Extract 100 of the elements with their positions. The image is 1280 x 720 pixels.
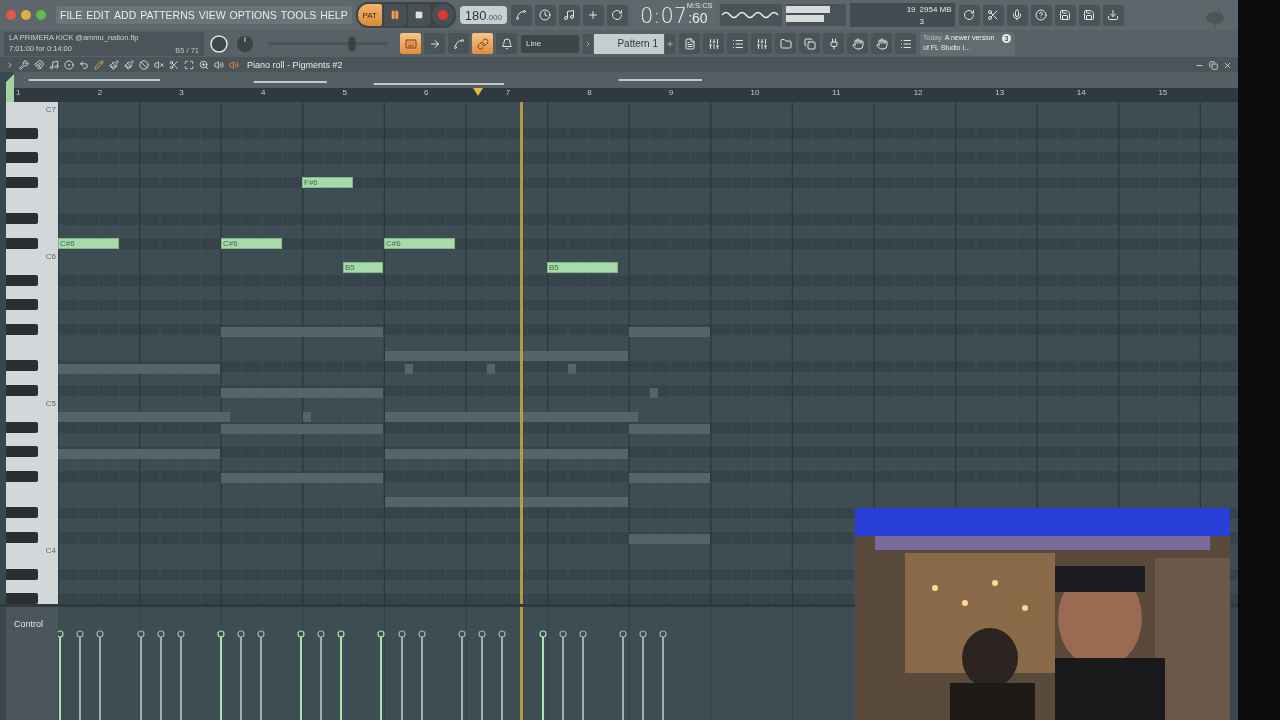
tool-button[interactable] — [582, 4, 604, 26]
sharp-key[interactable] — [6, 360, 38, 372]
play-button[interactable] — [383, 4, 406, 26]
piano-roll-grid[interactable]: F#6 C#6 C#6 C#6 B5 B5 — [58, 102, 1238, 604]
playlist-icon — [683, 37, 696, 50]
tool-button[interactable] — [606, 4, 628, 26]
window-button[interactable] — [703, 33, 724, 54]
menu-item[interactable]: HELP — [320, 9, 348, 21]
toolbar-button[interactable] — [958, 4, 980, 26]
tool-button[interactable] — [510, 4, 532, 26]
snap-dropdown[interactable]: Line — [521, 34, 579, 53]
brush-icon[interactable] — [109, 60, 119, 70]
magnet-icon[interactable] — [34, 60, 44, 70]
control-label[interactable]: Control — [6, 619, 43, 629]
ban-icon[interactable] — [139, 60, 149, 70]
sharp-key[interactable] — [6, 421, 38, 433]
pattern-mode-button[interactable]: PAT — [357, 4, 382, 26]
mute-icon[interactable] — [154, 60, 164, 70]
wrench-icon[interactable] — [19, 60, 29, 70]
window-button[interactable] — [895, 33, 916, 54]
window-button[interactable] — [871, 33, 892, 54]
sharp-key[interactable] — [6, 568, 38, 580]
key-label: C7 — [45, 105, 56, 114]
view-button[interactable] — [472, 33, 493, 54]
window-button[interactable] — [823, 33, 844, 54]
piano-keyboard[interactable]: C7 C6 C5 C4 — [6, 102, 58, 604]
toolbar-button[interactable] — [1078, 4, 1100, 26]
sharp-key[interactable] — [6, 237, 38, 249]
minimize-button[interactable] — [21, 10, 31, 20]
sharp-key[interactable] — [6, 323, 38, 335]
window-button[interactable] — [775, 33, 796, 54]
mixer-icon — [755, 37, 768, 50]
scissors-icon[interactable] — [169, 60, 179, 70]
bar-number: 9 — [668, 88, 674, 97]
toolbar-button[interactable] — [982, 4, 1004, 26]
velocity-lane[interactable] — [58, 607, 855, 720]
restore-icon[interactable] — [1209, 60, 1218, 70]
tool-button[interactable] — [558, 4, 580, 26]
tempo-field[interactable]: 180.000 — [459, 6, 507, 24]
note[interactable]: C#6 — [221, 237, 282, 249]
corner-tab[interactable] — [6, 72, 15, 102]
menu-item[interactable]: VIEW — [198, 9, 226, 21]
zoom-icon[interactable] — [199, 60, 209, 70]
stop-button[interactable] — [407, 4, 430, 26]
note[interactable]: B5 — [547, 262, 618, 274]
sharp-key[interactable] — [6, 274, 38, 286]
view-button[interactable] — [448, 33, 469, 54]
maximize-button[interactable] — [36, 10, 46, 20]
record-icon[interactable] — [64, 60, 74, 70]
menu-item[interactable]: PATTERNS — [140, 9, 195, 21]
note[interactable]: C#6 — [58, 237, 119, 249]
knob[interactable] — [208, 32, 230, 55]
note[interactable]: B5 — [343, 262, 383, 274]
toolbar-button[interactable] — [1102, 4, 1124, 26]
sharp-key[interactable] — [6, 531, 38, 543]
speaker-icon[interactable] — [214, 60, 224, 70]
overview-strip[interactable] — [14, 72, 1238, 88]
menu-item[interactable]: FILE — [60, 9, 83, 21]
note-icon — [563, 9, 576, 21]
bar-number: 14 — [1076, 88, 1086, 97]
window-button[interactable] — [847, 33, 868, 54]
bar-number: 1 — [16, 88, 21, 97]
window-button[interactable] — [799, 33, 820, 54]
sharp-key[interactable] — [6, 176, 38, 188]
window-button[interactable] — [679, 33, 700, 54]
keyboard-icon — [404, 37, 417, 50]
bar-number: 11 — [832, 88, 841, 97]
toolbar-button[interactable] — [1054, 4, 1076, 26]
sharp-key[interactable] — [6, 470, 38, 482]
pattern-selector[interactable]: Pattern 1 — [594, 33, 664, 54]
sharp-key[interactable] — [6, 213, 38, 225]
select-icon[interactable] — [184, 60, 194, 70]
playhead-marker[interactable] — [473, 88, 484, 96]
toolbar-button[interactable] — [1030, 4, 1052, 26]
view-button[interactable] — [424, 33, 445, 54]
note[interactable]: C#6 — [384, 237, 455, 249]
toolbar-button[interactable] — [1006, 4, 1028, 26]
sharp-key[interactable] — [6, 127, 38, 139]
sharp-key[interactable] — [6, 507, 38, 519]
sharp-key[interactable] — [6, 384, 38, 396]
view-button[interactable] — [400, 33, 421, 54]
undo-icon[interactable] — [79, 60, 89, 70]
menu-item[interactable]: ADD — [114, 9, 137, 21]
time-ruler[interactable]: 1 2 3 4 5 6 7 8 9 10 11 12 13 14 15 — [14, 88, 1238, 102]
menu-item[interactable]: EDIT — [86, 9, 111, 21]
window-button[interactable] — [751, 33, 772, 54]
note[interactable]: F#6 — [302, 176, 353, 188]
note-icon[interactable] — [49, 60, 59, 70]
list-icon — [899, 37, 912, 50]
menu-item[interactable]: OPTIONS — [229, 9, 277, 21]
menu-item[interactable]: TOOLS — [280, 9, 317, 21]
chevron-icon[interactable] — [6, 61, 14, 69]
view-button[interactable] — [496, 33, 517, 54]
brush-icon[interactable] — [124, 60, 134, 70]
pencil-icon[interactable] — [94, 60, 104, 70]
bell-icon — [500, 37, 513, 50]
slider-thumb[interactable] — [348, 36, 356, 51]
window-button[interactable] — [727, 33, 748, 54]
close-icon[interactable] — [1223, 60, 1232, 70]
tool-button[interactable] — [534, 4, 556, 26]
